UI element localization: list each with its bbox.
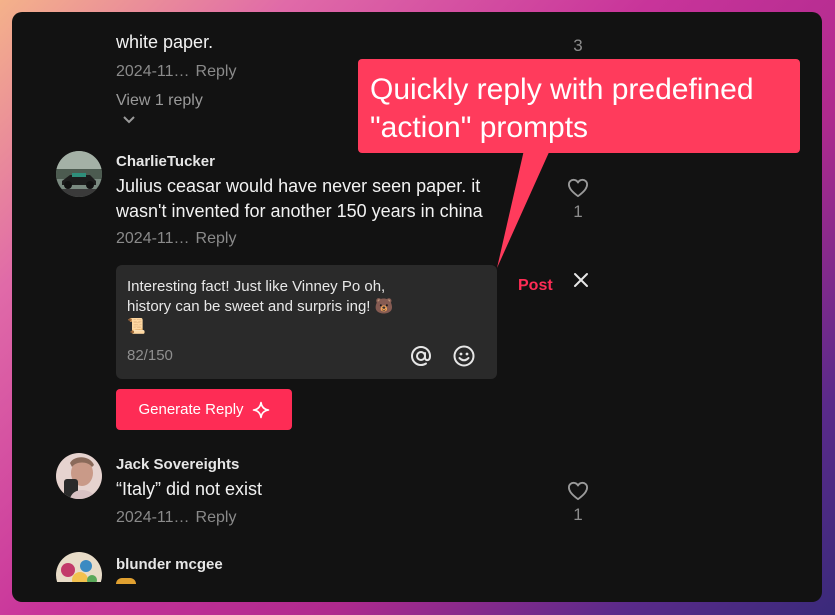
comment-date: 2024-11…	[116, 509, 190, 526]
avatar[interactable]	[56, 552, 102, 582]
comment-username[interactable]: Jack Sovereights	[116, 456, 239, 473]
reply-input[interactable]: Interesting fact! Just like Vinney Po oh…	[116, 265, 497, 379]
reply-link[interactable]: Reply	[196, 509, 237, 526]
comment-date: 2024-11…	[116, 230, 190, 247]
comment-text: Julius ceasar would have never seen pape…	[116, 176, 483, 221]
comment-text: “Italy” did not exist	[116, 479, 263, 499]
reply-link[interactable]: Reply	[196, 63, 237, 80]
comment-username[interactable]: blunder mcgee	[116, 556, 223, 573]
avatar[interactable]	[56, 453, 102, 499]
emoji-icon[interactable]	[452, 344, 476, 373]
post-button[interactable]: Post	[518, 277, 553, 295]
reply-link[interactable]: Reply	[196, 230, 237, 247]
comment-meta: 2024-11… Reply	[116, 509, 236, 527]
callout-text: Quickly reply with predefined "action" p…	[370, 73, 754, 144]
generate-reply-button[interactable]: Generate Reply	[116, 389, 292, 430]
like-button[interactable]: 1	[563, 178, 593, 222]
like-count: 1	[573, 505, 583, 524]
comment-text: white paper.	[116, 32, 214, 52]
heart-icon	[568, 178, 588, 198]
emoji-fragment	[116, 578, 136, 584]
like-count: 3	[573, 36, 583, 55]
heart-icon	[568, 481, 588, 501]
like-button[interactable]: 1	[563, 481, 593, 525]
comment-date: 2024-11…	[116, 63, 190, 80]
comment-username[interactable]: CharlieTucker	[116, 153, 215, 170]
annotation-callout: Quickly reply with predefined "action" p…	[358, 59, 800, 153]
close-icon[interactable]	[572, 271, 590, 294]
generate-reply-label: Generate Reply	[138, 401, 244, 418]
like-count: 1	[573, 202, 583, 221]
comment-meta: 2024-11… Reply	[116, 230, 236, 248]
callout-pointer	[497, 150, 550, 268]
chevron-down-icon[interactable]	[122, 112, 136, 130]
sparkle-icon	[252, 401, 269, 418]
mention-icon[interactable]	[409, 344, 433, 373]
character-counter: 82/150	[127, 347, 173, 364]
comment-meta: 2024-11… Reply	[116, 63, 236, 81]
avatar[interactable]	[56, 151, 102, 197]
comments-panel: white paper. 2024-11… Reply 3 View 1 repl…	[12, 12, 822, 602]
view-replies-link[interactable]: View 1 reply	[116, 92, 203, 110]
reply-input-text[interactable]: Interesting fact! Just like Vinney Po oh…	[127, 277, 397, 337]
